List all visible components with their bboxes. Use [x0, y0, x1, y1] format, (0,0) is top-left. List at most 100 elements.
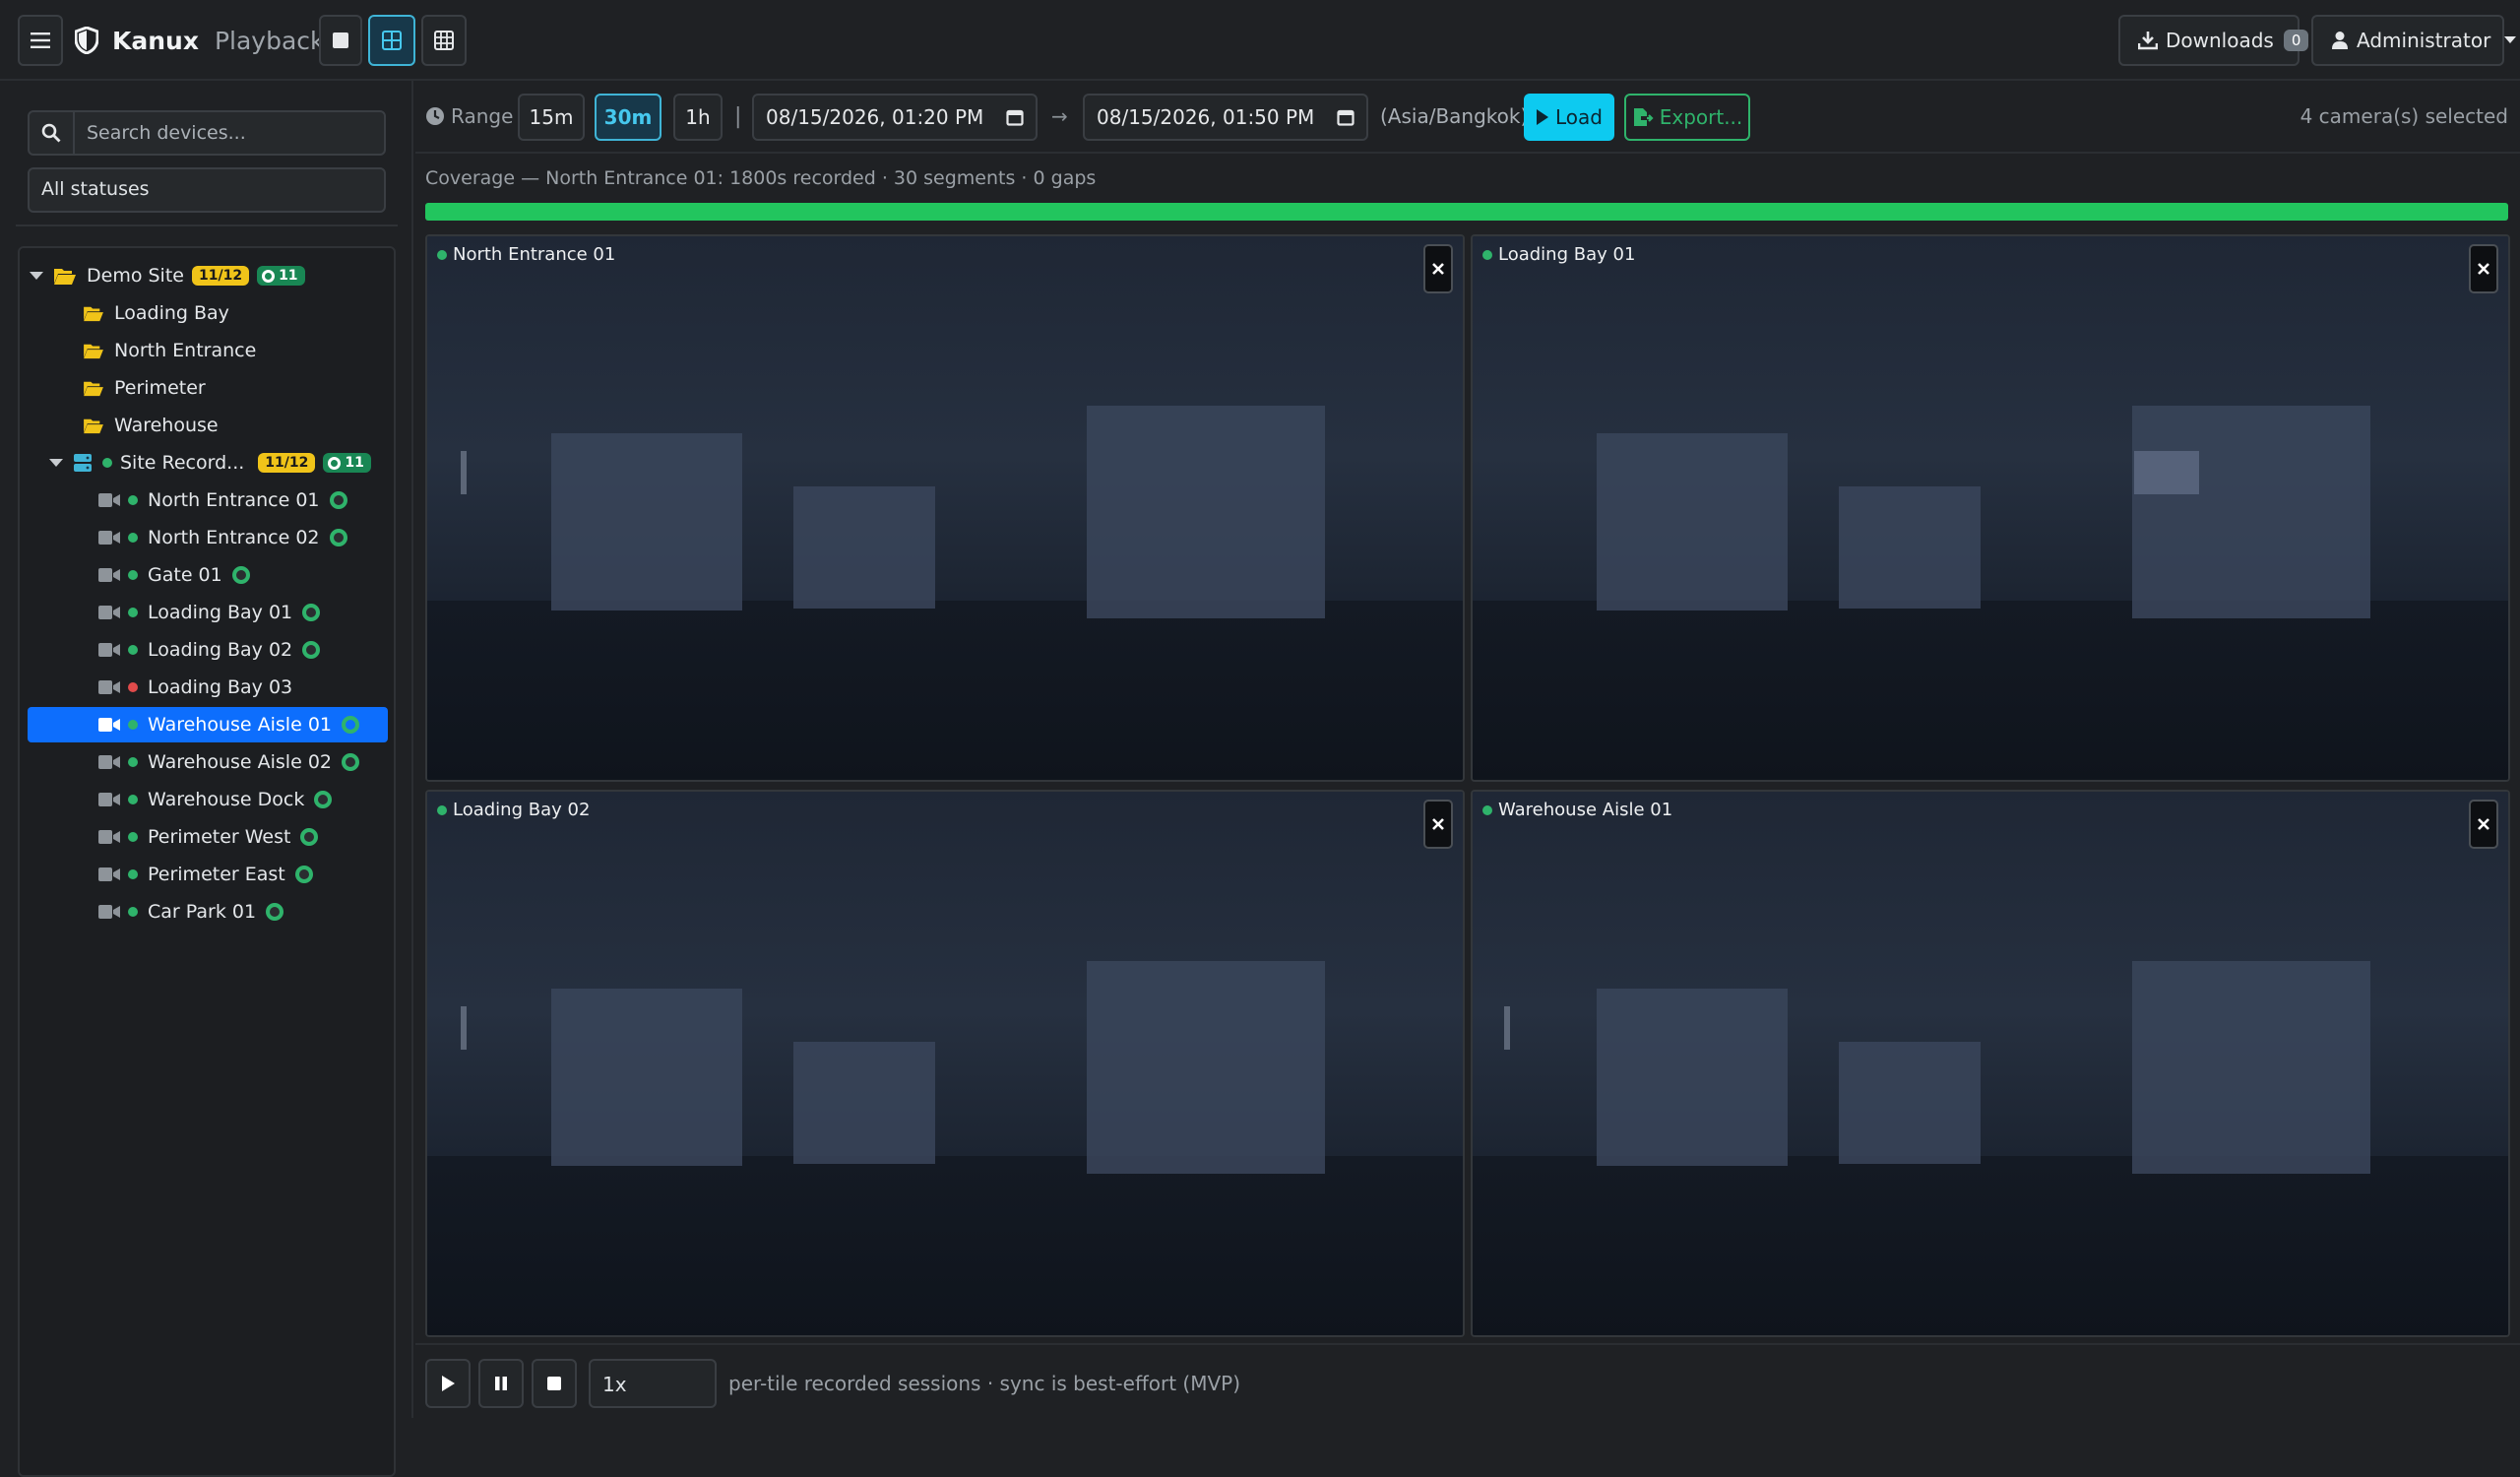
status-dot — [1482, 249, 1492, 260]
video-camera-icon — [98, 492, 120, 508]
tree-node-camera[interactable]: Gate 01 — [98, 557, 388, 593]
recording-status-icon — [342, 753, 359, 771]
play-button[interactable] — [425, 1359, 471, 1408]
chevron-down-icon[interactable] — [28, 271, 45, 281]
range-30m-button[interactable]: 30m — [595, 94, 662, 141]
video-tile[interactable]: Loading Bay 02 — [425, 790, 1465, 1337]
divider — [16, 225, 398, 226]
clock-icon — [425, 106, 445, 126]
coverage-bar[interactable] — [425, 203, 2508, 221]
video-tile[interactable]: Loading Bay 01 — [1471, 234, 2510, 782]
online-count-badge: 11 — [257, 266, 305, 286]
tree-node-camera-selected[interactable]: Warehouse Aisle 01 — [28, 707, 388, 742]
video-frame — [427, 236, 1463, 780]
recording-status-icon — [329, 529, 347, 546]
video-tile[interactable]: Warehouse Aisle 01 — [1471, 790, 2510, 1337]
end-datetime-input[interactable]: 08/15/2026, 01:50 PM — [1083, 94, 1368, 141]
video-camera-icon — [98, 717, 120, 733]
close-tile-button[interactable] — [1423, 800, 1453, 849]
downloads-button[interactable]: Downloads 0 — [2118, 15, 2309, 66]
playback-speed-select[interactable]: 1x — [589, 1359, 717, 1408]
tree-node-site[interactable]: Demo Site 11/12 11 — [28, 258, 386, 293]
recording-status-icon — [294, 866, 313, 883]
stop-button[interactable] — [532, 1359, 577, 1408]
status-dot — [128, 570, 138, 580]
close-tile-button[interactable] — [2469, 244, 2498, 293]
tree-node-group[interactable]: Perimeter — [83, 370, 441, 406]
chevron-down-icon[interactable] — [47, 458, 65, 468]
close-icon — [2477, 262, 2490, 276]
tree-node-label: Perimeter — [114, 377, 206, 399]
range-1h-button[interactable]: 1h — [673, 94, 723, 141]
recording-status-icon — [342, 716, 359, 734]
camera-label: Warehouse Aisle 01 — [148, 714, 332, 736]
tree-node-camera[interactable]: Warehouse Dock — [98, 782, 388, 817]
page-title: Playback — [214, 26, 325, 55]
menu-toggle-button[interactable] — [18, 15, 63, 66]
range-15m-button[interactable]: 15m — [518, 94, 585, 141]
status-dot — [128, 720, 138, 730]
close-tile-button[interactable] — [2469, 800, 2498, 849]
status-filter-select[interactable]: All statuses — [28, 167, 386, 213]
recording-status-icon — [302, 641, 321, 659]
user-icon — [2331, 31, 2349, 50]
pause-icon — [494, 1376, 508, 1391]
load-button[interactable]: Load — [1524, 94, 1614, 141]
timezone-label: (Asia/Bangkok) — [1380, 104, 1529, 128]
downloads-count-badge: 0 — [2283, 30, 2309, 51]
camera-label: Loading Bay 01 — [148, 602, 293, 623]
top-navbar: Kanux Playback Downloads 0 Administrator — [0, 0, 2520, 81]
tree-node-group[interactable]: North Entrance — [83, 333, 441, 368]
close-tile-button[interactable] — [1423, 244, 1453, 293]
video-tile[interactable]: North Entrance 01 — [425, 234, 1465, 782]
tree-node-camera[interactable]: Loading Bay 02 — [98, 632, 388, 668]
tree-node-camera[interactable]: North Entrance 01 — [98, 482, 388, 518]
calendar-icon[interactable] — [1337, 108, 1354, 126]
pause-button[interactable] — [478, 1359, 524, 1408]
video-camera-icon — [98, 754, 120, 770]
tree-node-group[interactable]: Loading Bay — [83, 295, 441, 331]
start-datetime-input[interactable]: 08/15/2026, 01:20 PM — [752, 94, 1038, 141]
download-icon — [2138, 31, 2158, 50]
status-dot — [128, 533, 138, 543]
camera-label: Warehouse Aisle 02 — [148, 751, 332, 773]
user-label: Administrator — [2357, 29, 2491, 52]
tree-node-camera[interactable]: Car Park 01 — [98, 894, 388, 930]
folder-open-icon — [83, 304, 104, 322]
device-search — [28, 110, 386, 156]
video-frame — [1473, 236, 2508, 780]
camera-label: Perimeter East — [148, 864, 285, 885]
search-icon — [30, 112, 75, 154]
tree-node-camera[interactable]: Loading Bay 01 — [98, 595, 388, 630]
play-icon — [440, 1375, 456, 1392]
tree-node-camera[interactable]: Perimeter West — [98, 819, 388, 855]
video-frame — [1473, 792, 2508, 1335]
status-dot — [128, 682, 138, 692]
export-button[interactable]: Export... — [1624, 94, 1750, 141]
tree-node-group[interactable]: Warehouse — [83, 408, 441, 443]
sync-note: per-tile recorded sessions · sync is bes… — [728, 1372, 1240, 1395]
start-datetime-value: 08/15/2026, 01:20 PM — [766, 105, 984, 129]
brand: Kanux Playback — [75, 22, 325, 59]
tree-node-label: Site Record... — [120, 452, 245, 474]
tree-node-recorder[interactable]: Site Record... 11/12 11 — [47, 445, 406, 481]
tree-node-camera[interactable]: Loading Bay 03 — [98, 670, 388, 705]
playback-transport-bar: 1x per-tile recorded sessions · sync is … — [415, 1343, 2520, 1418]
status-dot — [128, 795, 138, 804]
search-input[interactable] — [75, 122, 384, 144]
tree-node-camera[interactable]: Warehouse Aisle 02 — [98, 744, 388, 780]
file-export-icon — [1632, 107, 1654, 127]
user-menu-button[interactable]: Administrator — [2311, 15, 2517, 66]
device-sidebar: All statuses Demo Site 11/12 11 Loading … — [0, 81, 413, 1477]
tree-node-camera[interactable]: Perimeter East — [98, 857, 388, 892]
end-datetime-value: 08/15/2026, 01:50 PM — [1097, 105, 1315, 129]
camera-label: Car Park 01 — [148, 901, 257, 923]
layout-1x1-button[interactable] — [319, 15, 362, 66]
app-name: Kanux — [112, 26, 199, 55]
layout-2x2-button[interactable] — [368, 15, 415, 66]
tree-node-label: Demo Site — [87, 265, 184, 287]
stop-icon — [546, 1376, 562, 1391]
tree-node-camera[interactable]: North Entrance 02 — [98, 520, 388, 555]
calendar-icon[interactable] — [1006, 108, 1024, 126]
layout-3x3-button[interactable] — [421, 15, 467, 66]
